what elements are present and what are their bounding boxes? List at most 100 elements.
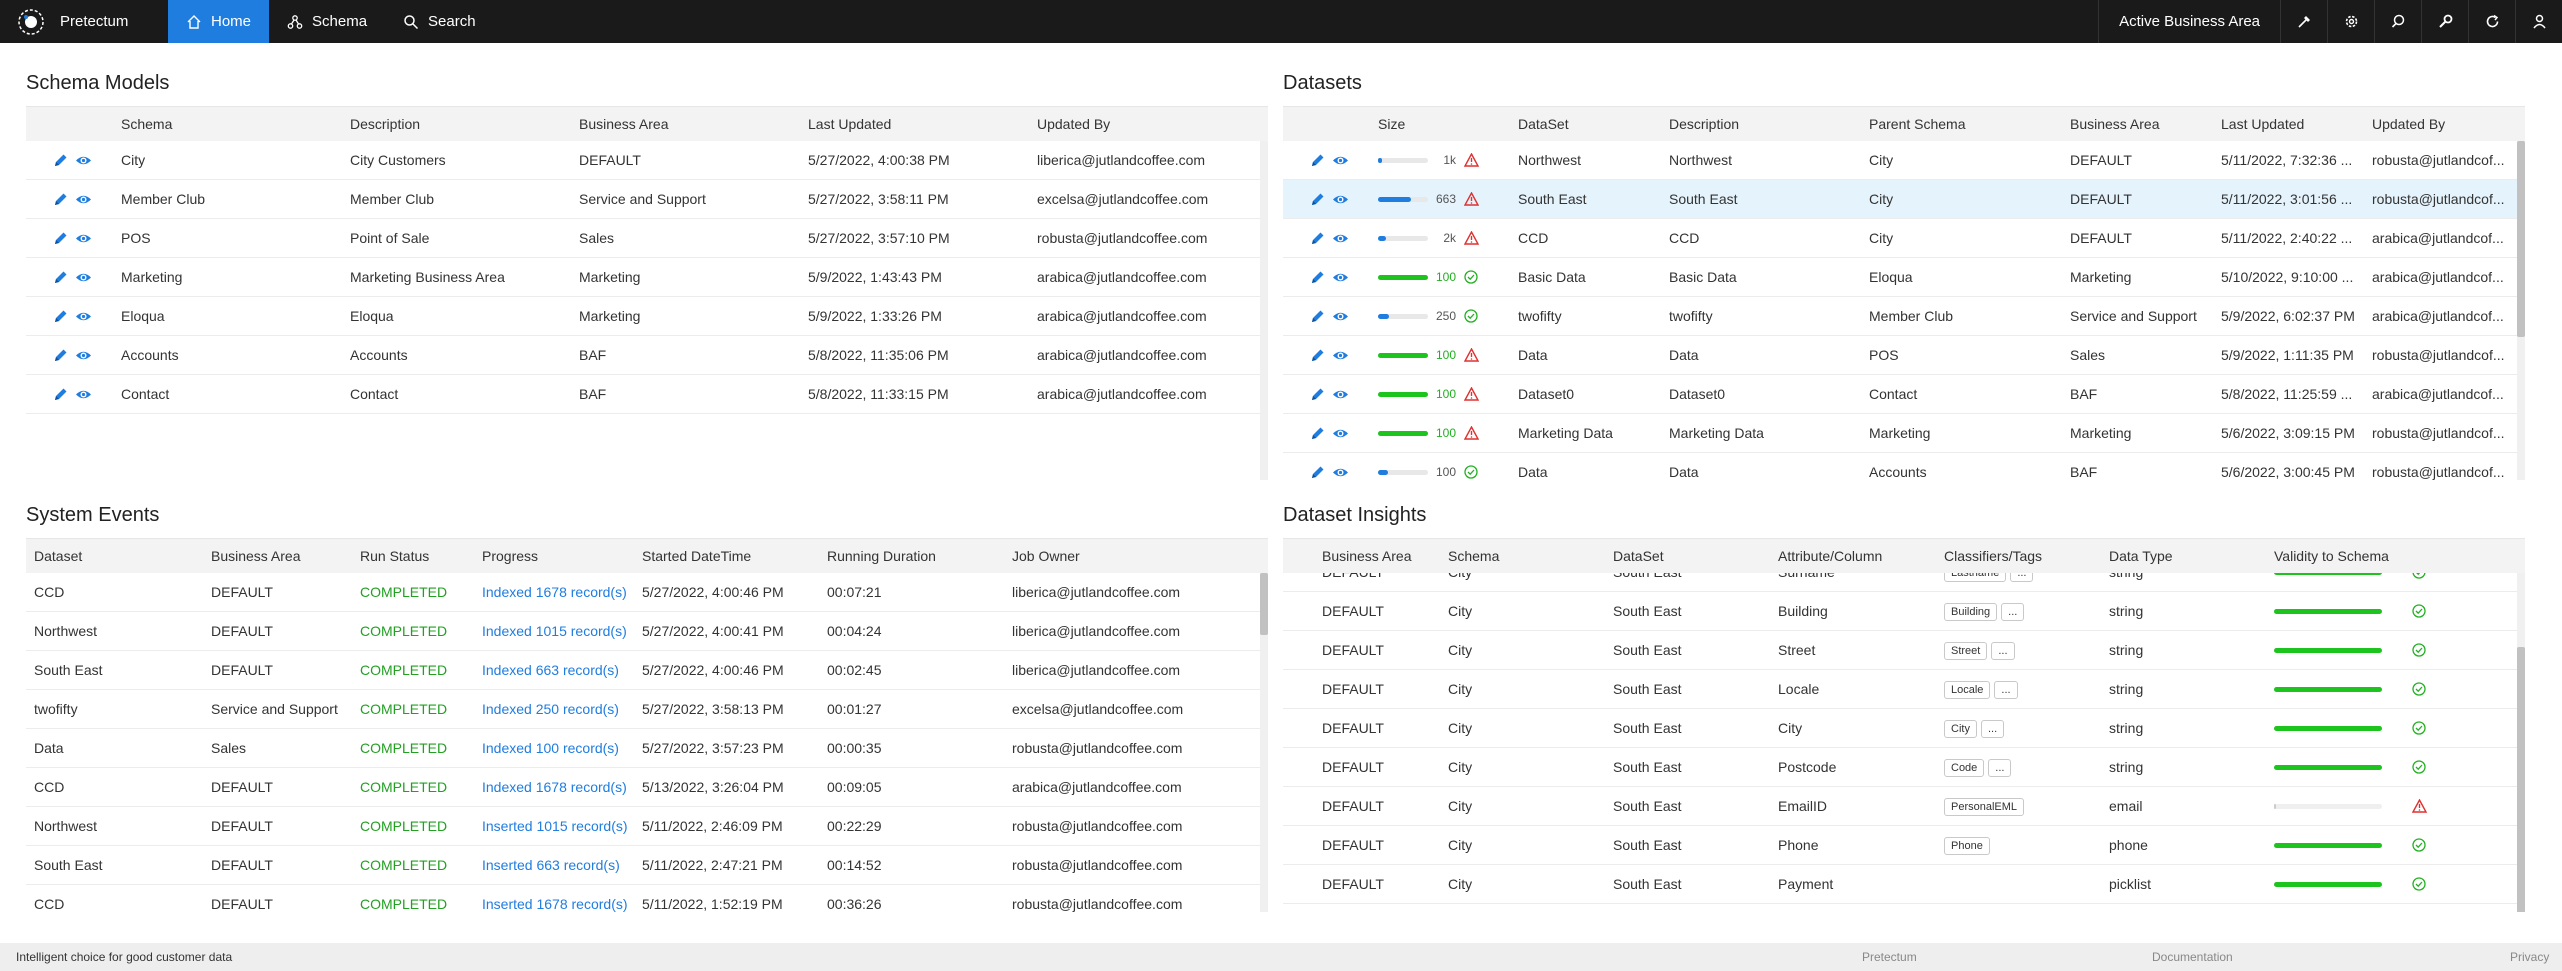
- classifier-tag[interactable]: Building: [1944, 602, 1998, 621]
- more-tags-button[interactable]: ...: [1991, 641, 2015, 660]
- edit-icon[interactable]: [1309, 386, 1326, 403]
- view-icon[interactable]: [1332, 386, 1349, 403]
- col-schema[interactable]: Schema: [121, 116, 350, 132]
- schema-row[interactable]: Eloqua Eloqua Marketing 5/9/2022, 1:33:2…: [26, 297, 1268, 336]
- col-size[interactable]: Size: [1378, 116, 1518, 132]
- view-icon[interactable]: [1332, 230, 1349, 247]
- datasets-scroll-thumb[interactable]: [2517, 141, 2525, 337]
- col-dataset[interactable]: Dataset: [26, 548, 211, 564]
- col-business-area[interactable]: Business Area: [2070, 116, 2221, 132]
- view-icon[interactable]: [75, 269, 92, 286]
- footer-link-documentation[interactable]: Documentation: [2152, 950, 2233, 964]
- datasets-scrollbar[interactable]: [2517, 141, 2525, 480]
- col-updated-by[interactable]: Updated By: [2372, 116, 2517, 132]
- more-tags-button[interactable]: ...: [2001, 602, 2025, 621]
- event-progress-link[interactable]: Inserted 1015 record(s): [482, 818, 642, 834]
- view-icon[interactable]: [1332, 308, 1349, 325]
- footer-link-pretectum[interactable]: Pretectum: [1862, 950, 1917, 964]
- schema-row[interactable]: POS Point of Sale Sales 5/27/2022, 3:57:…: [26, 219, 1268, 258]
- view-icon[interactable]: [1332, 152, 1349, 169]
- dataset-row[interactable]: 100 Basic Data Basic Data Eloqua Marketi…: [1283, 258, 2525, 297]
- view-icon[interactable]: [75, 347, 92, 364]
- event-progress-link[interactable]: Indexed 250 record(s): [482, 701, 642, 717]
- dataset-insights-scroll-thumb[interactable]: [2517, 647, 2525, 912]
- dataset-row[interactable]: 663 South East South East City DEFAULT 5…: [1283, 180, 2525, 219]
- dataset-row[interactable]: 100 Marketing Data Marketing Data Market…: [1283, 414, 2525, 453]
- edit-icon[interactable]: [52, 347, 69, 364]
- col-last-updated[interactable]: Last Updated: [2221, 116, 2372, 132]
- event-progress-link[interactable]: Indexed 1678 record(s): [482, 584, 642, 600]
- col-business-area[interactable]: Business Area: [1283, 548, 1448, 564]
- schema-models-scrollbar[interactable]: [1260, 141, 1268, 480]
- refresh-button[interactable]: [2468, 0, 2515, 43]
- user-button[interactable]: [2515, 0, 2562, 43]
- col-dataset[interactable]: DataSet: [1613, 548, 1778, 564]
- more-tags-button[interactable]: ...: [1994, 680, 2018, 699]
- footer-link-privacy[interactable]: Privacy: [2510, 950, 2549, 964]
- col-updated-by[interactable]: Updated By: [1037, 116, 1257, 132]
- edit-icon[interactable]: [52, 386, 69, 403]
- event-row[interactable]: Data Sales COMPLETED Indexed 100 record(…: [26, 729, 1268, 768]
- global-search-button[interactable]: [2374, 0, 2421, 43]
- active-business-area-button[interactable]: Active Business Area: [2098, 0, 2280, 43]
- insight-row[interactable]: DEFAULT City South East Surname Lastname…: [1283, 573, 2525, 592]
- classifier-tag[interactable]: City: [1944, 719, 1977, 738]
- edit-icon[interactable]: [1309, 269, 1326, 286]
- edit-icon[interactable]: [1309, 425, 1326, 442]
- nav-schema[interactable]: Schema: [269, 0, 385, 43]
- classifier-tag[interactable]: Phone: [1944, 836, 1990, 855]
- event-row[interactable]: CCD DEFAULT COMPLETED Indexed 1678 recor…: [26, 573, 1268, 612]
- view-icon[interactable]: [1332, 191, 1349, 208]
- dataset-row[interactable]: 100 Data Data Accounts BAF 5/6/2022, 3:0…: [1283, 453, 2525, 480]
- insight-row[interactable]: DEFAULT City South East City City... str…: [1283, 709, 2525, 748]
- edit-icon[interactable]: [1309, 464, 1326, 481]
- col-business-area[interactable]: Business Area: [211, 548, 360, 564]
- col-validity[interactable]: Validity to Schema: [2274, 548, 2474, 564]
- event-row[interactable]: South East DEFAULT COMPLETED Indexed 663…: [26, 651, 1268, 690]
- more-tags-button[interactable]: ...: [1988, 758, 2012, 777]
- view-icon[interactable]: [75, 152, 92, 169]
- event-row[interactable]: twofifty Service and Support COMPLETED I…: [26, 690, 1268, 729]
- view-icon[interactable]: [75, 191, 92, 208]
- classifier-tag[interactable]: Locale: [1944, 680, 1991, 699]
- nav-home[interactable]: Home: [168, 0, 270, 43]
- col-job-owner[interactable]: Job Owner: [1012, 548, 1232, 564]
- col-business-area[interactable]: Business Area: [579, 116, 808, 132]
- schema-row[interactable]: Contact Contact BAF 5/8/2022, 11:33:15 P…: [26, 375, 1268, 414]
- system-events-scroll-thumb[interactable]: [1260, 573, 1268, 635]
- insight-row[interactable]: DEFAULT City South East Postcode Code...…: [1283, 748, 2525, 787]
- event-progress-link[interactable]: Inserted 1678 record(s): [482, 896, 642, 912]
- edit-icon[interactable]: [1309, 308, 1326, 325]
- view-icon[interactable]: [75, 230, 92, 247]
- edit-icon[interactable]: [52, 152, 69, 169]
- view-icon[interactable]: [1332, 269, 1349, 286]
- brand[interactable]: Pretectum: [0, 0, 168, 43]
- view-icon[interactable]: [75, 308, 92, 325]
- wand-button[interactable]: [2280, 0, 2327, 43]
- col-description[interactable]: Description: [350, 116, 579, 132]
- event-row[interactable]: Northwest DEFAULT COMPLETED Indexed 1015…: [26, 612, 1268, 651]
- insight-row[interactable]: DEFAULT City South East Phone Phone phon…: [1283, 826, 2525, 865]
- col-parent-schema[interactable]: Parent Schema: [1869, 116, 2070, 132]
- col-last-updated[interactable]: Last Updated: [808, 116, 1037, 132]
- dataset-row[interactable]: 2k CCD CCD City DEFAULT 5/11/2022, 2:40:…: [1283, 219, 2525, 258]
- schema-row[interactable]: Accounts Accounts BAF 5/8/2022, 11:35:06…: [26, 336, 1268, 375]
- system-events-scrollbar[interactable]: [1260, 573, 1268, 912]
- event-row[interactable]: CCD DEFAULT COMPLETED Indexed 1678 recor…: [26, 768, 1268, 807]
- edit-icon[interactable]: [52, 269, 69, 286]
- event-progress-link[interactable]: Inserted 663 record(s): [482, 857, 642, 873]
- view-icon[interactable]: [1332, 347, 1349, 364]
- view-icon[interactable]: [1332, 464, 1349, 481]
- view-icon[interactable]: [1332, 425, 1349, 442]
- event-progress-link[interactable]: Indexed 100 record(s): [482, 740, 642, 756]
- view-icon[interactable]: [75, 386, 92, 403]
- col-attribute[interactable]: Attribute/Column: [1778, 548, 1944, 564]
- edit-icon[interactable]: [1309, 347, 1326, 364]
- edit-icon[interactable]: [52, 308, 69, 325]
- schema-row[interactable]: Marketing Marketing Business Area Market…: [26, 258, 1268, 297]
- col-dataset[interactable]: DataSet: [1518, 116, 1669, 132]
- more-tags-button[interactable]: ...: [2010, 573, 2034, 582]
- classifier-tag[interactable]: Lastname: [1944, 573, 2007, 582]
- edit-icon[interactable]: [52, 191, 69, 208]
- event-progress-link[interactable]: Indexed 1678 record(s): [482, 779, 642, 795]
